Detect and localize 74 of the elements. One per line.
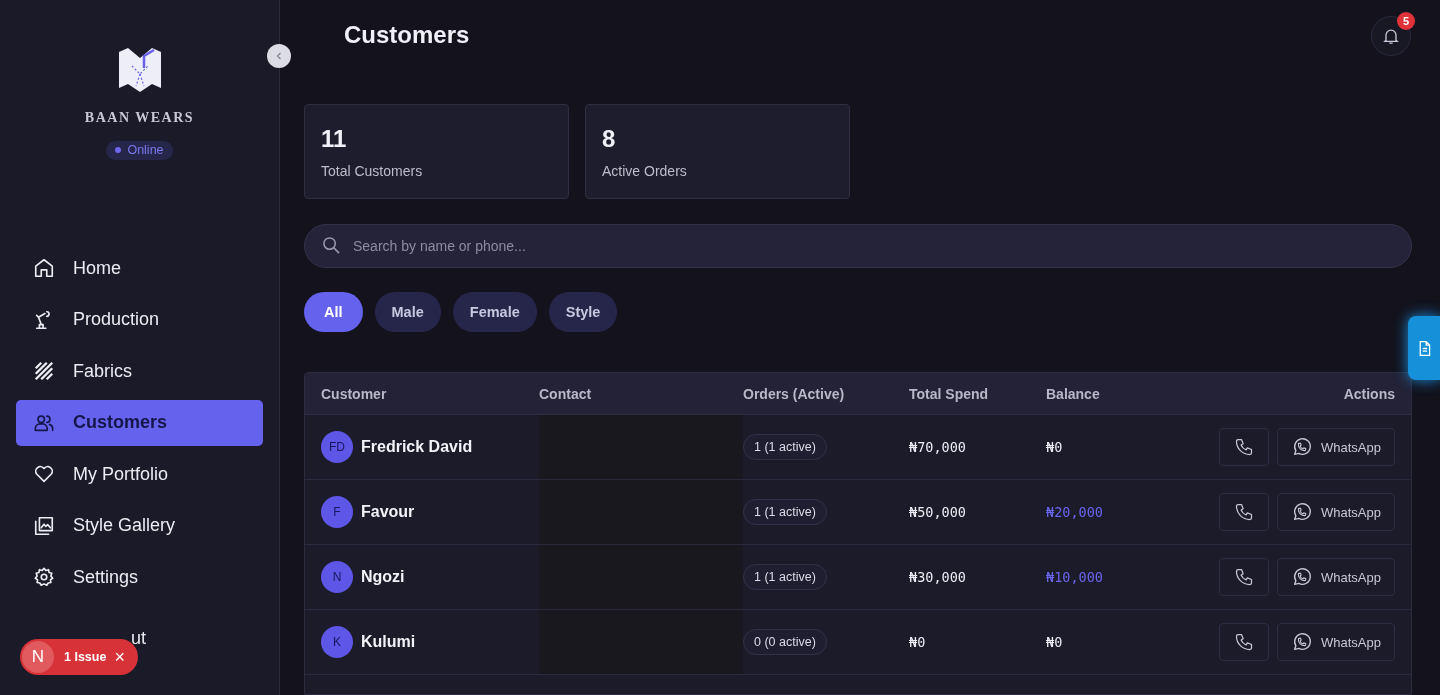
column-header: Actions [1342,385,1396,402]
whatsapp-button[interactable]: WhatsApp [1277,558,1395,596]
whatsapp-icon [1291,631,1313,653]
column-header: Contact [539,385,593,402]
whatsapp-icon [1291,566,1313,588]
home-icon [33,257,55,279]
brand-name: BAAN WEARS [84,110,195,126]
stat-value: 11 [321,125,348,153]
table-cell-text: ₦0 [1046,633,1064,652]
customer-name: Kulumi [361,633,416,651]
column-header: Customer [320,385,388,402]
call-button[interactable] [1219,493,1269,531]
call-button[interactable] [1219,558,1269,596]
customer-name: Fredrick David [361,438,473,456]
nav-item[interactable]: Customers [16,399,263,446]
phone-icon [1234,437,1254,457]
nav-item[interactable]: Home [16,245,263,291]
nav-item[interactable]: My Portfolio [16,451,263,497]
notification-badge: 5 [1397,12,1415,30]
gallery-icon [33,514,55,537]
phone-icon [1234,567,1254,587]
column-header: Total Spend [909,385,990,402]
order-count: 0 (0 active) [743,629,827,655]
close-button[interactable]: × [106,648,125,666]
stat-label: Total Customers [321,163,424,179]
filter-chip[interactable]: Female [452,292,537,332]
avatar-circle: F [321,496,353,528]
issue-label: 1 Issue [64,650,107,664]
whatsapp-button[interactable]: WhatsApp [1277,493,1395,531]
table-cell-text: ₦0 [1046,438,1064,457]
avatar-circle: FD [321,431,353,463]
nav-item[interactable]: Settings [16,554,263,600]
nav-item[interactable]: Style Gallery [16,502,263,549]
phone-icon [1234,632,1254,652]
heart-icon [33,463,55,485]
table-cell-text: ₦30,000 [909,568,967,587]
issue-avatar: N [22,641,54,673]
stat-label: Active Orders [602,163,688,179]
whatsapp-button[interactable]: WhatsApp [1277,428,1395,466]
filter-chip[interactable]: All [304,292,363,332]
filter-chip[interactable]: Male [374,292,441,332]
notification-button[interactable] [1371,16,1411,56]
whatsapp-button[interactable]: WhatsApp [1277,623,1395,661]
order-count: 1 (1 active) [743,564,827,590]
customer-name: Ngozi [361,568,405,586]
table-cell-text: ₦50,000 [909,503,967,522]
chevron-left-icon [274,51,284,61]
document-button[interactable] [1408,316,1440,380]
collapse-button[interactable] [267,44,291,68]
status-badge: Online [106,141,173,160]
table-cell-text: ₦0 [909,633,927,652]
column-header: Balance [1046,385,1101,402]
order-count: 1 (1 active) [743,499,827,525]
stat-value: 8 [602,125,617,153]
table-cell-text: ₦20,000 [1046,503,1104,522]
avatar-circle: N [321,561,353,593]
call-button[interactable] [1219,428,1269,466]
table-cell-text: ₦10,000 [1046,568,1104,587]
phone-icon [1234,502,1254,522]
search-field[interactable]: Search by name or phone... [304,224,1412,268]
whatsapp-icon [1291,436,1313,458]
stripes-icon [33,360,55,382]
nav-item[interactable]: Fabrics [16,348,263,394]
nav-item[interactable]: Production [16,296,263,343]
customer-name: Favour [361,503,415,521]
column-header: Orders (Active) [743,385,846,402]
page-title: Customers [344,21,470,49]
filter-chip[interactable]: Style [548,292,618,332]
call-button[interactable] [1219,623,1269,661]
gear-icon [33,566,55,588]
whatsapp-icon [1291,501,1313,523]
order-count: 1 (1 active) [743,434,827,460]
avatar-circle: K [321,626,353,658]
table-cell-text: ₦70,000 [909,438,967,457]
